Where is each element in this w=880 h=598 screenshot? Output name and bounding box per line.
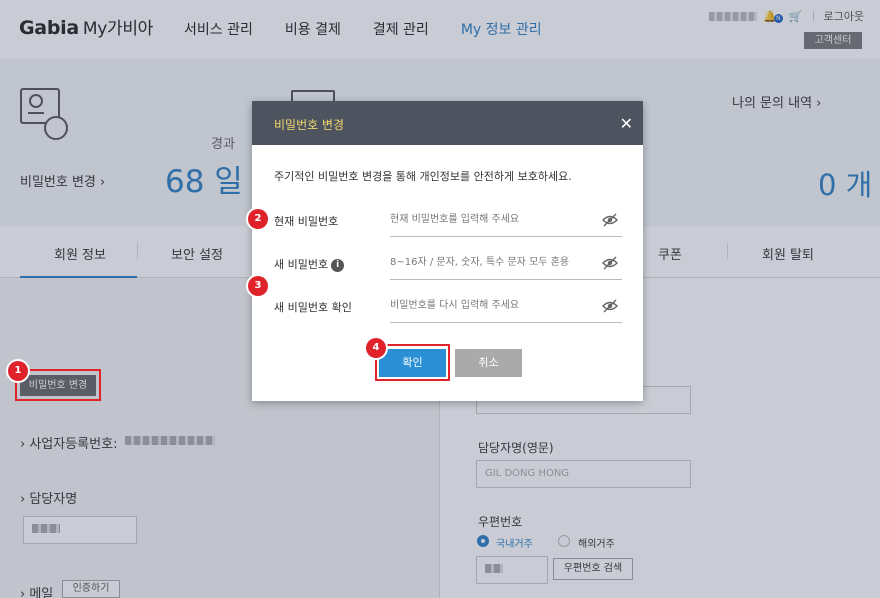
current-password-label: 현재 비밀번호: [274, 215, 339, 228]
step-marker-4: 4: [366, 338, 386, 358]
info-icon[interactable]: i: [331, 258, 345, 272]
cancel-button[interactable]: 취소: [455, 349, 522, 377]
step-marker-1: 1: [8, 361, 28, 381]
close-icon[interactable]: ✕: [620, 114, 633, 133]
highlight-box-step-4: [375, 344, 450, 381]
confirm-password-input[interactable]: [390, 289, 622, 323]
new-password-label: 새 비밀번호 i: [274, 256, 345, 272]
step-marker-3: 3: [248, 276, 268, 296]
modal-title: 비밀번호 변경: [274, 118, 345, 132]
highlight-box-step-1: [15, 369, 101, 401]
current-password-input[interactable]: [390, 203, 622, 237]
modal-header: 비밀번호 변경 ✕: [252, 101, 643, 145]
step-marker-2: 2: [248, 209, 268, 229]
eye-slash-icon[interactable]: [602, 256, 618, 270]
eye-slash-icon[interactable]: [602, 213, 618, 227]
confirm-password-label: 새 비밀번호 확인: [274, 301, 352, 314]
eye-slash-icon[interactable]: [602, 299, 618, 313]
modal-description: 주기적인 비밀번호 변경을 통해 개인정보를 안전하게 보호하세요.: [274, 170, 572, 183]
password-change-modal: 비밀번호 변경 ✕ 주기적인 비밀번호 변경을 통해 개인정보를 안전하게 보호…: [252, 101, 643, 401]
new-password-input[interactable]: [390, 246, 622, 280]
